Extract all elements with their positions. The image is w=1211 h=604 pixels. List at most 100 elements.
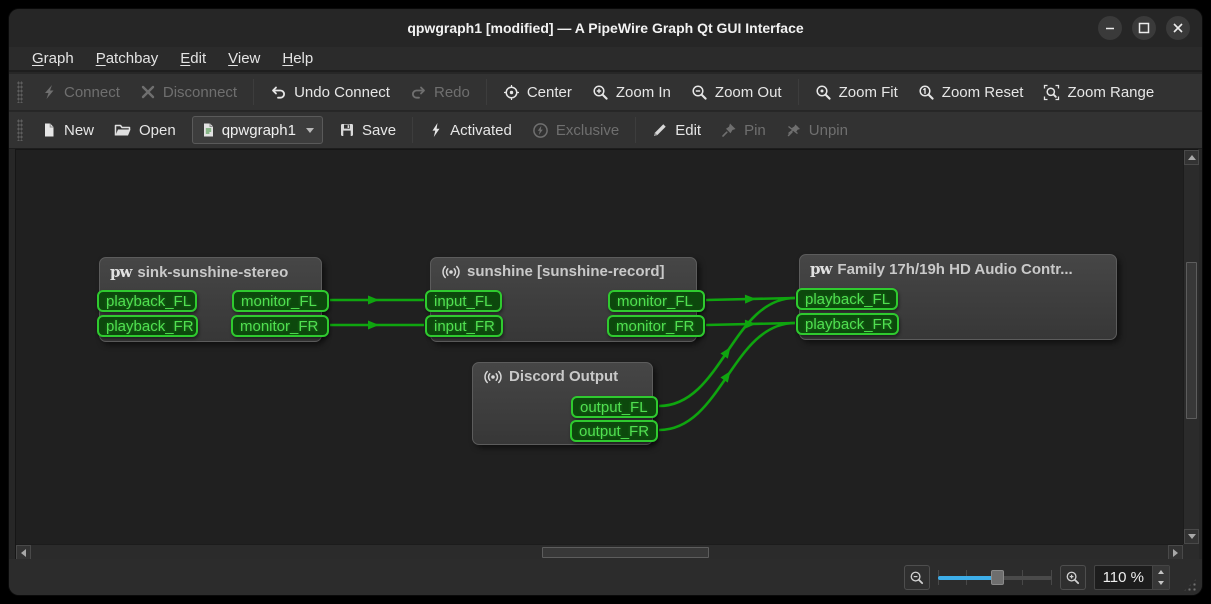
minimize-icon: [1102, 20, 1118, 36]
port-playback-fl[interactable]: playback_FL: [796, 288, 898, 310]
spinbox-down-button[interactable]: [1153, 578, 1169, 590]
zoom-slider[interactable]: [938, 565, 1052, 590]
scrollbar-corner: [1183, 544, 1199, 560]
exclusive-button[interactable]: Exclusive: [522, 115, 629, 145]
window-controls: [1098, 16, 1190, 40]
node-sunshine[interactable]: sunshine [sunshine-record] input_FL inpu…: [430, 257, 697, 342]
exclusive-label: Exclusive: [556, 122, 619, 139]
toolbar-separator: [412, 117, 413, 143]
scroll-right-button[interactable]: [1168, 545, 1183, 560]
disconnect-label: Disconnect: [163, 84, 237, 101]
statusbar-zoom-out-button[interactable]: [904, 565, 930, 590]
node-title: Family 17h/19h HD Audio Contr...: [837, 261, 1072, 278]
unpin-icon: [786, 122, 802, 138]
menu-view[interactable]: View: [217, 47, 271, 70]
spinbox-up-button[interactable]: [1153, 566, 1169, 578]
node-sink-sunshine-stereo[interactable]: pw sink-sunshine-stereo playback_FL play…: [99, 257, 322, 342]
connect-label: Connect: [64, 84, 120, 101]
menu-patchbay[interactable]: Patchbay: [85, 47, 170, 70]
unpin-label: Unpin: [809, 122, 848, 139]
menu-edit[interactable]: Edit: [169, 47, 217, 70]
maximize-icon: [1136, 20, 1152, 36]
zoom-spinbox[interactable]: 110 %: [1094, 565, 1170, 590]
resize-grip[interactable]: [1183, 578, 1197, 592]
toolbar-drag-handle[interactable]: [17, 81, 23, 103]
new-button[interactable]: New: [31, 115, 104, 145]
activated-button[interactable]: Activated: [419, 115, 522, 145]
zoom-reset-label: Zoom Reset: [942, 84, 1024, 101]
port-playback-fr[interactable]: playback_FR: [97, 315, 198, 337]
menu-help-label: elp: [293, 50, 313, 67]
port-playback-fr[interactable]: playback_FR: [796, 313, 899, 335]
port-output-fr[interactable]: output_FR: [570, 420, 658, 442]
menu-patchbay-label: atchbay: [106, 50, 159, 67]
zoom-fit-icon: [815, 84, 832, 101]
connect-button[interactable]: Connect: [31, 77, 130, 107]
toolbar-drag-handle[interactable]: [17, 119, 23, 141]
zoom-fit-button[interactable]: Zoom Fit: [805, 77, 908, 107]
connection-sink-monitorFR-to-sunshine-inputFR[interactable]: [330, 321, 424, 330]
zoom-out-button[interactable]: Zoom Out: [681, 77, 792, 107]
pipewire-icon: pw: [110, 263, 131, 281]
patchbay-file-combobox[interactable]: qpwgraph1: [192, 116, 323, 144]
menu-graph-label: raph: [44, 50, 74, 67]
activated-label: Activated: [450, 122, 512, 139]
zoom-in-button[interactable]: Zoom In: [582, 77, 681, 107]
broadcast-icon: [441, 264, 461, 280]
redo-button[interactable]: Redo: [400, 77, 480, 107]
zoom-value: 110 %: [1095, 566, 1152, 589]
zoom-slider-handle[interactable]: [991, 570, 1004, 585]
graph-canvas[interactable]: pw sink-sunshine-stereo playback_FL play…: [16, 150, 1183, 544]
save-button[interactable]: Save: [329, 115, 406, 145]
node-discord-output[interactable]: Discord Output output_FL output_FR: [472, 362, 653, 445]
new-label: New: [64, 122, 94, 139]
minimize-button[interactable]: [1098, 16, 1122, 40]
port-monitor-fr[interactable]: monitor_FR: [607, 315, 705, 337]
scroll-up-button[interactable]: [1184, 150, 1199, 165]
vertical-scroll-thumb[interactable]: [1186, 262, 1197, 419]
horizontal-scrollbar[interactable]: [16, 544, 1183, 560]
save-icon: [339, 122, 355, 138]
exclusive-icon: [532, 122, 549, 139]
node-header: pw sink-sunshine-stereo: [100, 258, 321, 281]
toolbar-separator: [486, 79, 487, 105]
close-button[interactable]: [1166, 16, 1190, 40]
port-playback-fl[interactable]: playback_FL: [97, 290, 197, 312]
menu-bar: Graph Patchbay Edit View Help: [9, 47, 1202, 72]
pin-button[interactable]: Pin: [711, 115, 776, 145]
horizontal-scroll-thumb[interactable]: [542, 547, 709, 558]
zoom-reset-button[interactable]: Zoom Reset: [908, 77, 1034, 107]
port-monitor-fl[interactable]: monitor_FL: [232, 290, 329, 312]
disconnect-icon: [140, 84, 156, 100]
open-button[interactable]: Open: [104, 115, 186, 145]
port-input-fr[interactable]: input_FR: [425, 315, 503, 337]
zoom-out-icon: [691, 84, 708, 101]
center-button[interactable]: Center: [493, 77, 582, 107]
vertical-scrollbar[interactable]: [1183, 150, 1199, 544]
save-label: Save: [362, 122, 396, 139]
toolbar-separator: [635, 117, 636, 143]
port-input-fl[interactable]: input_FL: [425, 290, 502, 312]
port-monitor-fr[interactable]: monitor_FR: [231, 315, 329, 337]
zoom-range-button[interactable]: Zoom Range: [1033, 77, 1164, 107]
edit-button[interactable]: Edit: [642, 115, 711, 145]
scroll-down-button[interactable]: [1184, 529, 1199, 544]
graph-toolbar: Connect Disconnect Undo Connect Redo Cen…: [9, 74, 1202, 111]
statusbar-zoom-in-button[interactable]: [1060, 565, 1086, 590]
scroll-left-button[interactable]: [16, 545, 31, 560]
connection-sink-monitorFL-to-sunshine-inputFL[interactable]: [330, 296, 424, 305]
title-bar[interactable]: qpwgraph1 [modified] — A PipeWire Graph …: [9, 9, 1202, 47]
unpin-button[interactable]: Unpin: [776, 115, 858, 145]
port-monitor-fl[interactable]: monitor_FL: [608, 290, 705, 312]
chevron-down-icon: [306, 128, 314, 133]
node-family-hd-audio[interactable]: pw Family 17h/19h HD Audio Contr... play…: [799, 254, 1117, 340]
disconnect-button[interactable]: Disconnect: [130, 77, 247, 107]
undo-connect-button[interactable]: Undo Connect: [260, 77, 400, 107]
menu-graph[interactable]: Graph: [21, 47, 85, 70]
maximize-button[interactable]: [1132, 16, 1156, 40]
port-output-fl[interactable]: output_FL: [571, 396, 658, 418]
menu-help[interactable]: Help: [271, 47, 324, 70]
arrow-right-icon: [1173, 549, 1178, 557]
redo-label: Redo: [434, 84, 470, 101]
zoom-range-icon: [1043, 84, 1060, 101]
